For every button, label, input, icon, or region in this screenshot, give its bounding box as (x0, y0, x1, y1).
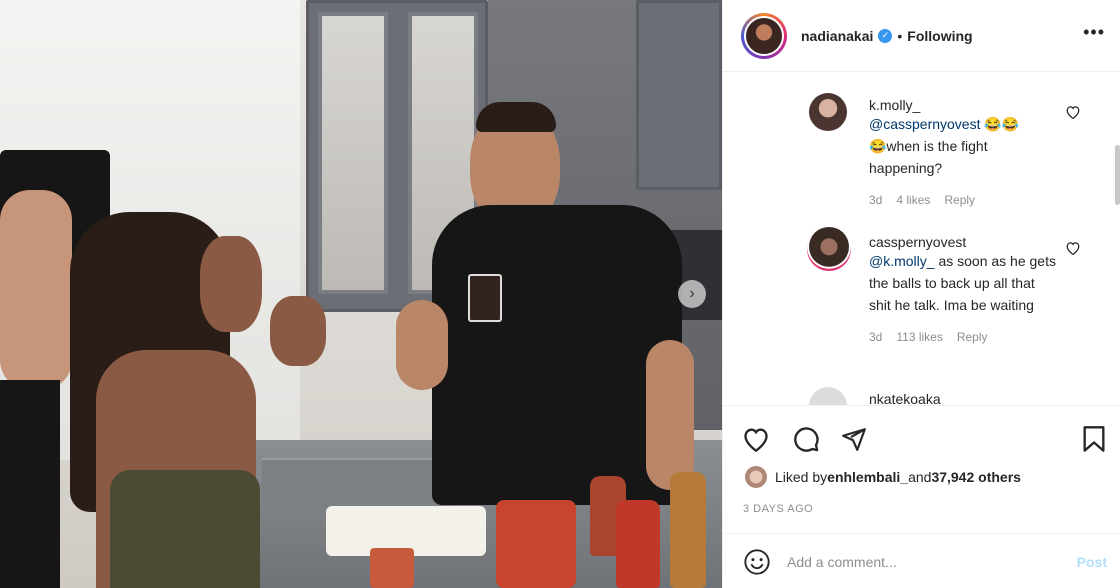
comment-avatar[interactable] (809, 387, 847, 405)
likes-summary: Liked by enhlembali_ and 37,942 others (745, 466, 1021, 488)
comment-reply-button[interactable]: Reply (957, 330, 988, 344)
save-button[interactable] (1079, 424, 1109, 454)
comment-text: @k.molly_ as soon as he gets the balls t… (869, 250, 1059, 316)
photo-bottle-3 (670, 472, 706, 588)
comment-time[interactable]: 3d (869, 330, 882, 344)
comment-username[interactable]: k.molly_ (869, 97, 1120, 113)
author-username[interactable]: nadianakai (801, 28, 873, 44)
photo-woman-face (200, 236, 262, 332)
post-comment-button[interactable]: Post (1077, 554, 1107, 570)
separator-dot: • (897, 27, 903, 44)
more-icon[interactable]: ••• (1083, 22, 1105, 43)
photo-glass (468, 274, 502, 322)
comment-text: @casspernyovest 😂😂 😂when is the fight ha… (869, 113, 1059, 179)
comment-emoji: 😂😂 (980, 116, 1020, 132)
author-avatar[interactable] (741, 12, 787, 59)
comment-meta: 3d 4 likes Reply (869, 193, 1120, 207)
chevron-right-icon: › (689, 285, 695, 302)
liker-username[interactable]: enhlembali_ (827, 469, 908, 485)
like-button[interactable] (741, 424, 771, 454)
comment-meta: 3d 113 likes Reply (869, 330, 1120, 344)
share-button[interactable] (839, 424, 869, 454)
comment-mention[interactable]: @casspernyovest (869, 116, 980, 132)
photo-woman-hand (270, 296, 326, 366)
emoji-icon[interactable] (743, 548, 771, 576)
comment-likes[interactable]: 113 likes (896, 330, 942, 344)
photo-snack-bag (496, 500, 576, 588)
photo-man-arm-left (396, 300, 448, 390)
comment-button[interactable] (791, 424, 821, 454)
comment-username[interactable]: casspernyovest (869, 234, 1120, 250)
comments-list[interactable]: k.molly_ @casspernyovest 😂😂 😂when is the… (723, 73, 1120, 405)
comment-body: 😂when is the fight happening? (869, 138, 988, 176)
post-timestamp[interactable]: 3 DAYS AGO (743, 503, 813, 515)
photo-tripod (0, 380, 60, 588)
likes-count[interactable]: 37,942 others (931, 469, 1021, 485)
comment-mention[interactable]: @k.molly_ (869, 253, 935, 269)
photo-bottle-2 (616, 500, 660, 588)
comments-scrollbar[interactable] (1115, 145, 1120, 205)
comment-avatar[interactable] (809, 93, 847, 131)
comment-reply-button[interactable]: Reply (944, 193, 975, 207)
author-avatar-image (744, 15, 784, 56)
comment-username[interactable]: nkatekoaka (869, 391, 1120, 405)
post-header: nadianakai ✓ • Following ••• (723, 0, 1120, 72)
photo-operator-arm (0, 190, 72, 390)
comment-item: k.molly_ @casspernyovest 😂😂 😂when is the… (869, 97, 1120, 207)
comment-time[interactable]: 3d (869, 193, 882, 207)
photo-man-arm-right (646, 340, 694, 490)
comment-heart-icon[interactable] (1065, 105, 1081, 119)
bookmark-icon (1083, 426, 1105, 452)
following-button[interactable]: Following (907, 28, 972, 44)
likes-middle: and (908, 469, 932, 485)
post-actions: Liked by enhlembali_ and 37,942 others 3… (723, 405, 1120, 588)
likes-prefix: Liked by (775, 469, 828, 485)
comment-likes[interactable]: 4 likes (896, 193, 930, 207)
photo-cabinet-glass-1 (318, 12, 388, 294)
photo-man-hair (476, 102, 556, 132)
verified-icon: ✓ (878, 28, 893, 43)
add-comment-bar: Post (723, 533, 1120, 588)
comment-avatar[interactable] (807, 227, 851, 271)
liker-avatar[interactable] (745, 466, 767, 488)
photo-cup (370, 548, 414, 588)
share-icon (842, 428, 866, 451)
carousel-next-button[interactable]: › (678, 280, 706, 308)
post-side-panel: nadianakai ✓ • Following ••• k.molly_ @c… (722, 0, 1120, 588)
comment-item: casspernyovest @k.molly_ as soon as he g… (869, 234, 1120, 344)
photo-woman-dress (110, 470, 260, 588)
comment-heart-icon[interactable] (1065, 241, 1081, 255)
photo-cabinet-right (636, 0, 722, 190)
photo-man-shirt (432, 205, 682, 505)
comment-icon (794, 427, 819, 452)
comment-input[interactable] (787, 553, 1067, 570)
heart-icon (744, 428, 768, 452)
comment-item: nkatekoaka (869, 391, 1120, 405)
post-photo[interactable]: › (0, 0, 722, 588)
